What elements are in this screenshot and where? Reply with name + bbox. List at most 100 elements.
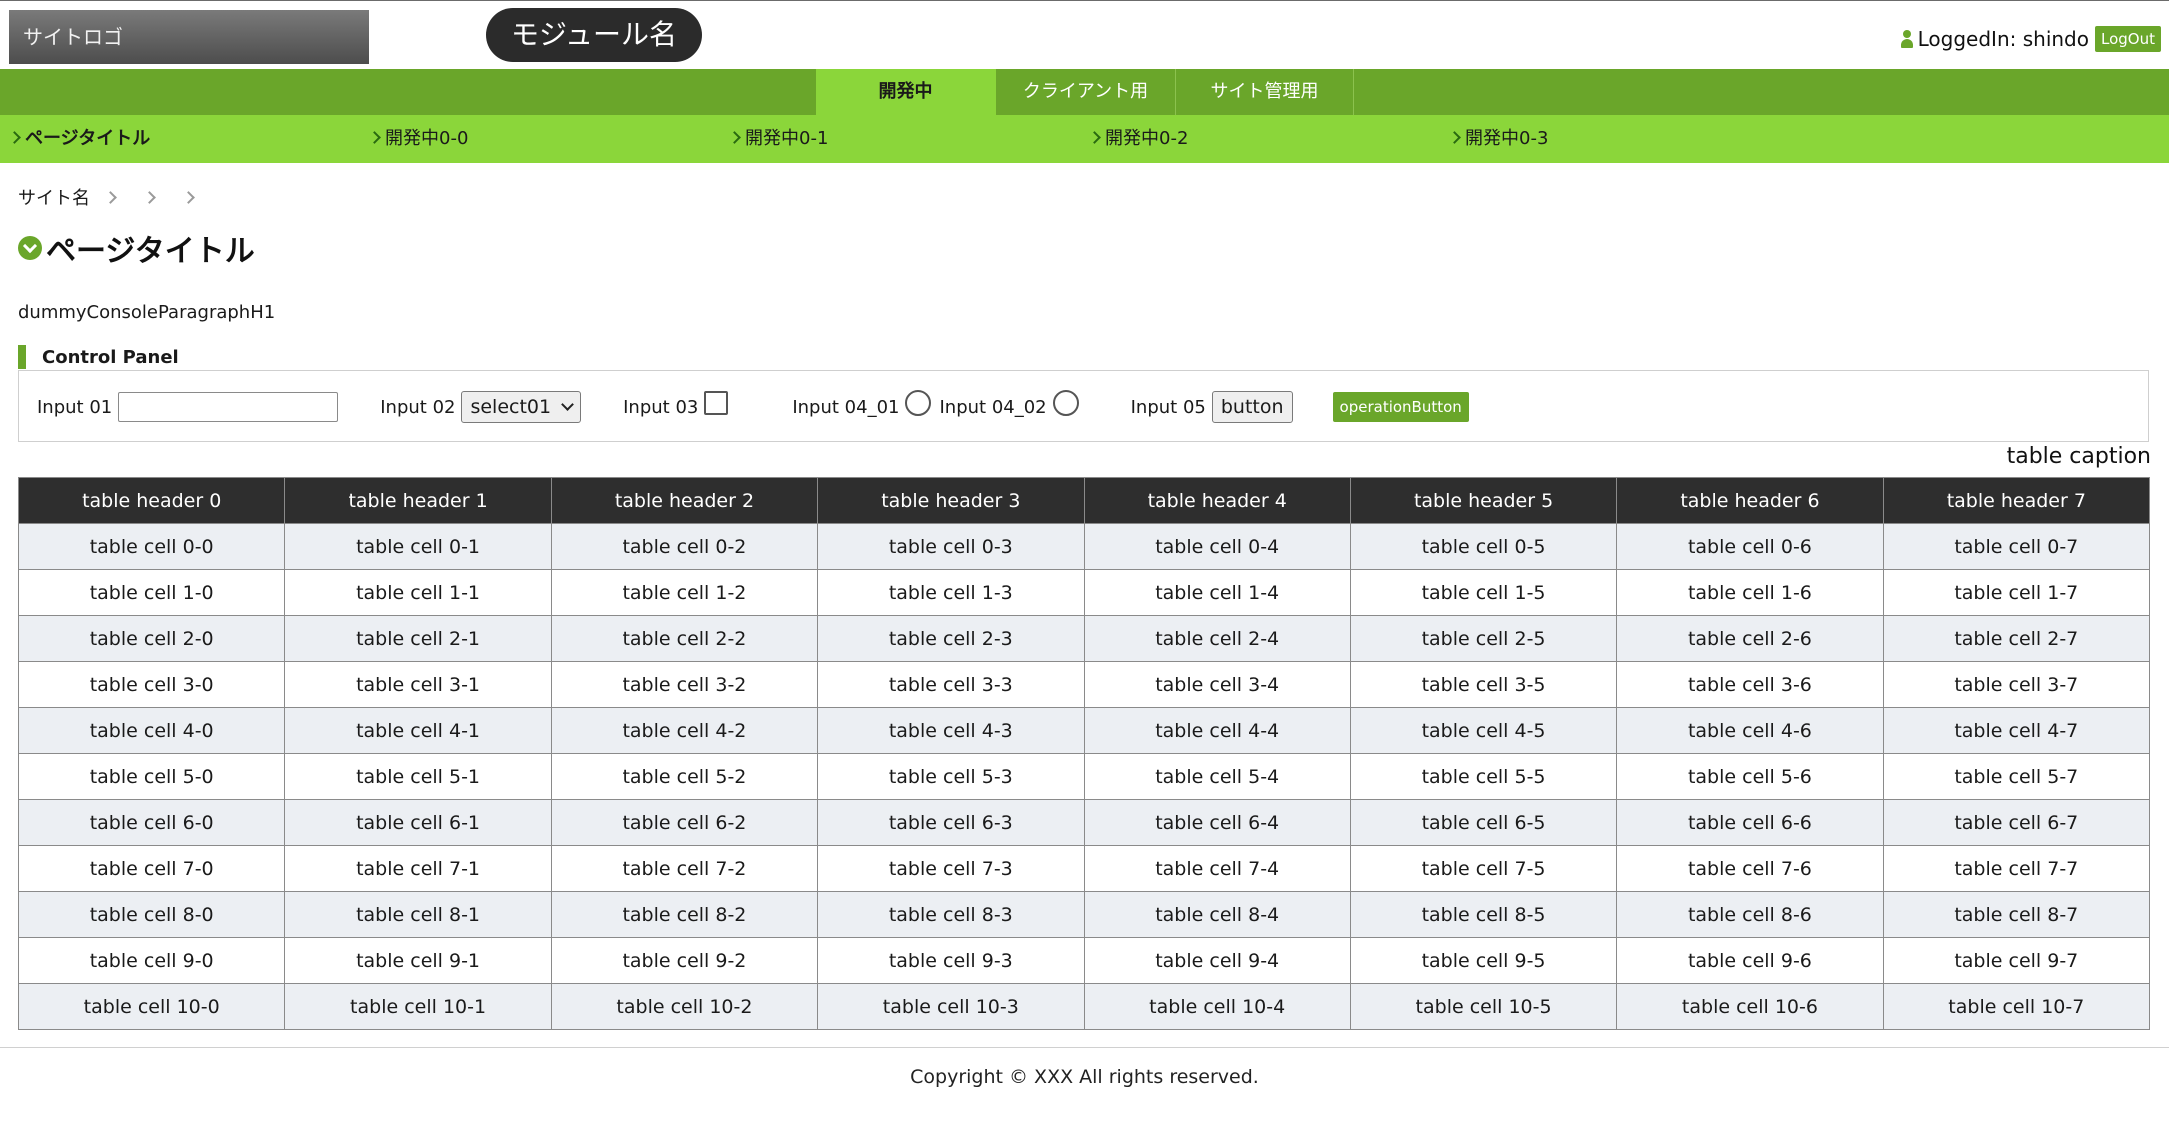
- tab-client[interactable]: クライアント用: [996, 69, 1176, 115]
- chevron-right-icon: [728, 131, 741, 144]
- table-cell: table cell 6-6: [1616, 799, 1884, 846]
- table-cell: table cell 5-0: [17, 753, 286, 800]
- chevron-right-icon: [368, 131, 381, 144]
- table-header: table header 2: [550, 477, 819, 524]
- subnav-item-dev-0-0[interactable]: 開発中0-0: [368, 115, 469, 163]
- table-cell: table cell 2-3: [817, 615, 1085, 662]
- table-cell: table cell 8-7: [1882, 891, 2151, 938]
- subnav-label: 開発中0-1: [745, 128, 829, 149]
- table-cell: table cell 7-1: [284, 845, 552, 892]
- input04-01-radio[interactable]: [905, 390, 932, 416]
- table-row: table cell 10-0 table cell 10-1 table cell…: [17, 983, 2151, 1030]
- control-panel-heading: Control Panel: [18, 344, 179, 370]
- table-header: table header 1: [284, 477, 552, 524]
- table-cell: table cell 6-1: [284, 799, 552, 846]
- table-cell: table cell 10-6: [1616, 983, 1884, 1030]
- table-row: table cell 0-0 table cell 0-1 table cell 0…: [17, 523, 2151, 570]
- subnav-item-page-title[interactable]: ページタイトル: [8, 115, 150, 163]
- table-cell: table cell 9-7: [1882, 937, 2151, 984]
- breadcrumb: サイト名: [18, 184, 207, 210]
- module-name-badge: モジュール名: [486, 8, 702, 62]
- input02-select[interactable]: select01: [461, 391, 582, 423]
- breadcrumb-site-name[interactable]: サイト名: [18, 184, 90, 210]
- subnav-label: 開発中0-3: [1465, 128, 1549, 149]
- table-cell: table cell 0-1: [284, 523, 552, 570]
- table-cell: table cell 5-5: [1349, 753, 1618, 800]
- subnav-label: 開発中0-2: [1105, 128, 1189, 149]
- page-title-text: ページタイトル: [46, 234, 255, 269]
- footer-divider: [0, 1047, 2169, 1048]
- table-cell: table cell 4-1: [284, 707, 552, 754]
- table-cell: table cell 5-7: [1882, 753, 2151, 800]
- chevron-right-icon: [143, 190, 156, 204]
- page-paragraph: dummyConsoleParagraphH1: [18, 302, 276, 323]
- table-cell: table cell 9-0: [17, 937, 286, 984]
- table-cell: table cell 4-4: [1083, 707, 1351, 754]
- table-row: table cell 7-0 table cell 7-1 table cell 7…: [17, 845, 2151, 892]
- input04-02-radio[interactable]: [1052, 390, 1079, 416]
- chevron-right-icon: [1448, 131, 1461, 144]
- chevron-right-icon: [182, 190, 195, 204]
- table-cell: table cell 0-7: [1882, 523, 2151, 570]
- table-cell: table cell 9-2: [550, 937, 819, 984]
- table-cell: table cell 7-4: [1083, 845, 1351, 892]
- table-header: table header 7: [1882, 477, 2151, 524]
- control-panel-row: Input 01 Input 02 select01 Input 03 Inpu…: [37, 389, 1469, 425]
- table-cell: table cell 10-3: [817, 983, 1085, 1030]
- input01-text-field[interactable]: [118, 392, 339, 422]
- user-icon: [1900, 30, 1914, 48]
- subnav-item-dev-0-1[interactable]: 開発中0-1: [728, 115, 829, 163]
- control-panel: Input 01 Input 02 select01 Input 03 Inpu…: [18, 370, 2149, 442]
- table-row: table cell 3-0 table cell 3-1 table cell 3…: [17, 661, 2151, 708]
- tab-site-admin[interactable]: サイト管理用: [1176, 69, 1354, 115]
- table-cell: table cell 1-2: [550, 569, 819, 616]
- footer-copyright: Copyright © XXX All rights reserved.: [910, 1066, 1259, 1088]
- table-cell: table cell 9-5: [1349, 937, 1618, 984]
- input03-checkbox[interactable]: [704, 391, 729, 415]
- table-cell: table cell 0-2: [550, 523, 819, 570]
- subnav-label: 開発中0-0: [385, 128, 469, 149]
- table-cell: table cell 4-3: [817, 707, 1085, 754]
- subnav-item-dev-0-3[interactable]: 開発中0-3: [1448, 115, 1549, 163]
- table-cell: table cell 4-6: [1616, 707, 1884, 754]
- table-cell: table cell 1-4: [1083, 569, 1351, 616]
- input04-01-label: Input 04_01: [792, 396, 900, 418]
- table-cell: table cell 1-6: [1616, 569, 1884, 616]
- table-cell: table cell 9-3: [817, 937, 1085, 984]
- table-cell: table cell 8-2: [550, 891, 819, 938]
- subnav-item-dev-0-2[interactable]: 開発中0-2: [1088, 115, 1189, 163]
- table-cell: table cell 7-3: [817, 845, 1085, 892]
- table-cell: table cell 6-2: [550, 799, 819, 846]
- logout-button[interactable]: LogOut: [2095, 26, 2161, 52]
- table-cell: table cell 1-3: [817, 569, 1085, 616]
- table-header: table header 3: [817, 477, 1085, 524]
- table-cell: table cell 0-0: [17, 523, 286, 570]
- table-cell: table cell 3-2: [550, 661, 819, 708]
- table-cell: table cell 10-1: [284, 983, 552, 1030]
- table-cell: table cell 4-5: [1349, 707, 1618, 754]
- table-cell: table cell 0-3: [817, 523, 1085, 570]
- data-table: table header 0 table header 1 table head…: [17, 477, 2151, 1030]
- table-cell: table cell 10-7: [1882, 983, 2151, 1030]
- table-cell: table cell 3-6: [1616, 661, 1884, 708]
- table-cell: table cell 3-4: [1083, 661, 1351, 708]
- table-cell: table cell 3-1: [284, 661, 552, 708]
- table-cell: table cell 8-4: [1083, 891, 1351, 938]
- table-cell: table cell 3-7: [1882, 661, 2151, 708]
- table-cell: table cell 7-0: [17, 845, 286, 892]
- chevron-right-icon: [104, 190, 117, 204]
- table-row: table cell 5-0 table cell 5-1 table cell 5…: [17, 753, 2151, 800]
- table-cell: table cell 4-0: [17, 707, 286, 754]
- chevron-right-icon: [8, 131, 21, 144]
- site-logo[interactable]: サイトロゴ: [9, 10, 369, 64]
- table-cell: table cell 8-0: [17, 891, 286, 938]
- operation-button[interactable]: operationButton: [1332, 392, 1469, 422]
- table-cell: table cell 2-5: [1349, 615, 1618, 662]
- page-title: ページタイトル: [18, 228, 255, 269]
- table-cell: table cell 1-5: [1349, 569, 1618, 616]
- table-cell: table cell 8-3: [817, 891, 1085, 938]
- table-cell: table cell 7-7: [1882, 845, 2151, 892]
- table-cell: table cell 3-3: [817, 661, 1085, 708]
- input05-button[interactable]: button: [1211, 391, 1293, 423]
- tab-development[interactable]: 開発中: [816, 69, 996, 115]
